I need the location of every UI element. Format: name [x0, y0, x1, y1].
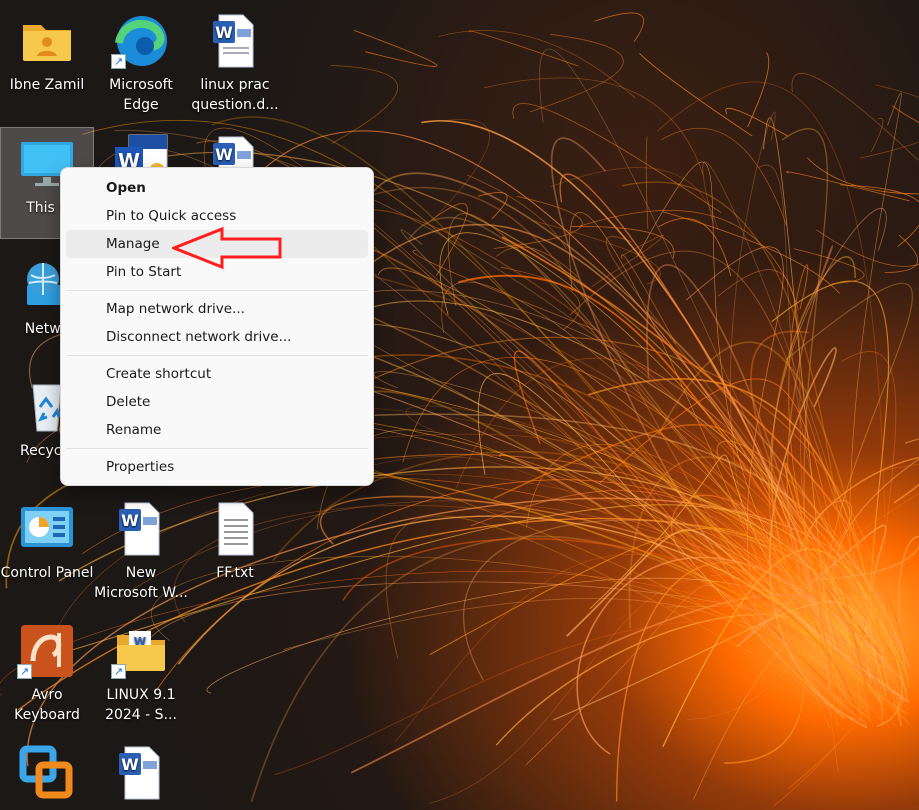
svg-text:W: W [215, 145, 233, 164]
menu-item-delete[interactable]: Delete [66, 388, 368, 416]
spark-trail [791, 72, 919, 161]
desktop-icon-new-microsoft-word[interactable]: W New Microsoft W... [94, 493, 188, 605]
desktop-icon-avro-keyboard[interactable]: ↗ Avro Keyboard [0, 615, 94, 727]
folder-icon: W ↗ [111, 621, 171, 681]
icon-label-line2: 2024 - S... [105, 707, 177, 723]
menu-item-map-network-drive[interactable]: Map network drive... [66, 295, 368, 323]
spark-trail [725, 107, 788, 137]
desktop-icon-word-doc-bottom[interactable]: W [94, 737, 188, 810]
svg-text:W: W [121, 511, 139, 530]
icon-label-line1: linux prac [200, 77, 270, 93]
word-document-icon: W [205, 11, 265, 71]
menu-separator [66, 355, 368, 356]
spark-trail [483, 77, 704, 176]
edge-icon: ↗ [111, 11, 171, 71]
shortcut-arrow-icon: ↗ [111, 54, 126, 69]
spark-trail [330, 65, 398, 144]
desktop-icon-ibne-zamil[interactable]: Ibne Zamil [0, 5, 94, 117]
left-arrow-annotation-icon [172, 226, 282, 270]
svg-text:W: W [215, 23, 233, 42]
icon-label-line1: Microsoft [109, 77, 173, 93]
icon-label: Control Panel [0, 565, 94, 581]
desktop-icon-microsoft-edge[interactable]: ↗ Microsoft Edge [94, 5, 188, 117]
spark-trail [785, 171, 910, 202]
icon-label-line2: Edge [123, 97, 159, 113]
spark-trail [594, 12, 644, 43]
menu-item-disconnect-network-drive[interactable]: Disconnect network drive... [66, 323, 368, 351]
shortcut-arrow-icon: ↗ [17, 664, 32, 679]
icon-label-line1: Avro [31, 687, 63, 703]
spark-trail [884, 234, 918, 273]
text-file-icon [205, 499, 265, 559]
spark-trail [512, 103, 722, 214]
spark-trail [529, 33, 624, 113]
spark-trail [570, 226, 675, 259]
spark-trail [438, 30, 636, 99]
icon-label-line1: LINUX 9.1 [106, 687, 176, 703]
desktop-icon-vmware[interactable] [0, 737, 94, 810]
icon-label: Ibne Zamil [9, 77, 85, 93]
spark-trail [306, 300, 908, 699]
desktop-icon-ff-txt[interactable]: FF.txt [188, 493, 282, 605]
vmware-icon [17, 743, 77, 803]
spark-trail [891, 105, 919, 123]
menu-item-create-shortcut[interactable]: Create shortcut [66, 360, 368, 388]
context-menu: Open Pin to Quick access Manage Pin to S… [60, 167, 374, 486]
icon-label: FF.txt [216, 565, 254, 581]
spark-trail [353, 30, 438, 67]
spark-trail [579, 209, 799, 311]
icon-label-line1: New [125, 565, 157, 581]
spark-trail [839, 184, 919, 247]
svg-text:W: W [121, 755, 139, 774]
spark-trail [658, 218, 732, 277]
desktop-icon-linux-prac-question[interactable]: W linux prac question.d... [188, 5, 282, 117]
word-document-icon: W [111, 499, 171, 559]
spark-trail [639, 53, 753, 137]
spark-trail [272, 450, 851, 684]
spark-trail [807, 157, 919, 195]
menu-item-rename[interactable]: Rename [66, 416, 368, 444]
menu-separator [66, 448, 368, 449]
icon-label-line2: question.d... [191, 97, 279, 113]
spark-trail [433, 119, 490, 220]
spark-trail [283, 598, 833, 717]
desktop-icon-linux-folder[interactable]: W ↗ LINUX 9.1 2024 - S... [94, 615, 188, 727]
icon-label-line2: Microsoft W... [94, 585, 188, 601]
menu-item-open[interactable]: Open [66, 174, 368, 202]
control-panel-icon [17, 499, 77, 559]
avro-keyboard-icon: ↗ [17, 621, 77, 681]
user-folder-icon [17, 11, 77, 71]
icon-label-line2: Keyboard [14, 707, 80, 723]
shortcut-arrow-icon: ↗ [111, 664, 126, 679]
spark-trail [870, 118, 884, 153]
menu-separator [66, 290, 368, 291]
desktop-icon-control-panel[interactable]: Control Panel [0, 493, 94, 605]
menu-item-properties[interactable]: Properties [66, 453, 368, 481]
spark-trail [859, 84, 919, 159]
word-document-icon: W [111, 743, 171, 803]
